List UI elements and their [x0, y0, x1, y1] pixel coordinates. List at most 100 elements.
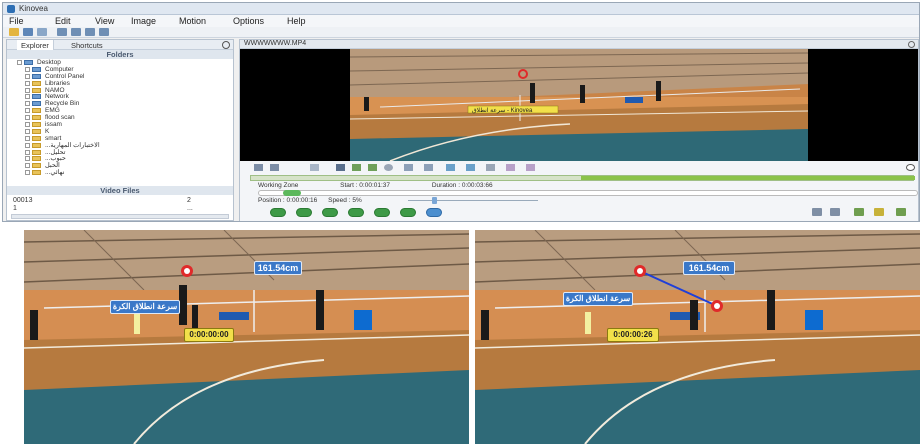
text-tool-icon[interactable] [336, 164, 345, 171]
expand-icon[interactable] [25, 87, 30, 93]
tab-shortcuts[interactable]: Shortcuts [67, 40, 107, 50]
loop-button[interactable] [426, 208, 442, 217]
network-icon [32, 94, 41, 100]
speed-caption: سرعة انطلاق الكرة [563, 292, 633, 306]
chrono-timer: 0:00:00:26 [607, 328, 659, 342]
position-slider[interactable] [258, 190, 918, 196]
speed-caption: سرعة انطلاق الكرة [110, 300, 180, 314]
grid-icon[interactable] [506, 164, 515, 171]
expand-icon[interactable] [25, 122, 30, 128]
cross-tool-icon[interactable] [424, 164, 433, 171]
magnifier-icon[interactable] [486, 164, 495, 171]
open-folder-icon[interactable] [9, 28, 19, 36]
video-file-row[interactable]: 1 [13, 205, 17, 212]
close-icon[interactable] [908, 41, 915, 48]
folder-icon [32, 170, 41, 176]
folder-icon [32, 108, 41, 114]
previous-frame-button[interactable] [270, 208, 286, 217]
menu-file[interactable]: File [9, 16, 24, 26]
menu-help[interactable]: Help [287, 16, 306, 26]
expand-icon[interactable] [25, 135, 30, 141]
record-icon[interactable] [254, 164, 263, 171]
tab-explorer[interactable]: Explorer [17, 40, 54, 50]
distance-label: 161.54cm [254, 261, 302, 275]
save-icon[interactable] [23, 28, 33, 36]
browser-icon[interactable] [37, 28, 47, 36]
tree-item-label: ...نهائي [45, 169, 65, 177]
pencil-icon[interactable] [352, 164, 361, 171]
folder-icon [32, 115, 41, 121]
toolbar [3, 27, 919, 38]
window-title: Kinovea [19, 4, 48, 13]
expand-icon[interactable] [17, 60, 22, 65]
folder-icon [32, 163, 41, 169]
expand-icon[interactable] [25, 80, 30, 86]
speed-thumb[interactable] [432, 197, 437, 204]
horizontal-scrollbar[interactable] [11, 214, 229, 219]
sequence-icon[interactable] [854, 208, 864, 216]
line-tool-icon[interactable] [368, 164, 377, 171]
expand-icon[interactable] [25, 94, 30, 100]
next-frame-button[interactable] [374, 208, 390, 217]
diverge-icon[interactable] [896, 208, 906, 216]
export-icon[interactable] [812, 208, 822, 216]
expand-icon[interactable] [25, 142, 30, 148]
snapshot-icon[interactable] [270, 164, 279, 171]
expand-icon[interactable] [25, 66, 30, 72]
working-zone-label: Working Zone [258, 182, 299, 189]
menu-options[interactable]: Options [233, 16, 264, 26]
last-frame-button[interactable] [400, 208, 416, 217]
pause-button[interactable] [348, 208, 364, 217]
arrow-tool-icon[interactable] [404, 164, 413, 171]
video-file-size: 2 [187, 197, 191, 204]
angle-tool-icon[interactable] [446, 164, 455, 171]
superpose-icon[interactable] [874, 208, 884, 216]
perspective-icon[interactable] [526, 164, 535, 171]
working-zone-timeline[interactable] [250, 175, 915, 181]
expand-icon[interactable] [25, 163, 30, 169]
menu-image[interactable]: Image [131, 16, 156, 26]
overlay-caption: سرعة انطلاق - Kinovea [472, 108, 533, 114]
play-button[interactable] [322, 208, 338, 217]
explorer-tabs: Explorer Shortcuts [7, 40, 233, 50]
library-icon [32, 80, 41, 86]
video-frame[interactable]: سرعة انطلاق - Kinovea [240, 49, 918, 161]
key-image-icon[interactable] [310, 164, 319, 171]
video-file-name: 00013 [13, 197, 33, 204]
folder-icon [32, 122, 41, 128]
capture-icon[interactable] [85, 28, 95, 36]
first-frame-button[interactable] [296, 208, 312, 217]
menu-view[interactable]: View [95, 16, 114, 26]
video-file-row[interactable]: 00013 [13, 197, 32, 204]
gym-scene-frame-1 [24, 230, 469, 444]
folders-header: Folders [7, 50, 233, 59]
position-thumb[interactable] [283, 190, 301, 196]
kinovea-window: Kinovea File Edit View Image Motion Opti… [2, 2, 920, 222]
expand-icon[interactable] [25, 115, 30, 121]
menu-bar: File Edit View Image Motion Options Help [3, 15, 919, 27]
menu-edit[interactable]: Edit [55, 16, 71, 26]
camera-icon[interactable] [830, 208, 840, 216]
expand-icon[interactable] [25, 156, 30, 162]
speed-label: Speed : 5% [328, 197, 362, 204]
dual-view-icon[interactable] [71, 28, 81, 36]
circle-tool-icon[interactable] [384, 164, 393, 171]
speed-slider[interactable] [408, 200, 538, 201]
user-folder-icon [32, 87, 41, 93]
expand-icon[interactable] [25, 149, 30, 155]
expand-icon[interactable] [25, 108, 30, 114]
dual-capture-icon[interactable] [99, 28, 109, 36]
expand-icon[interactable] [25, 170, 30, 176]
player-screen: WWWWWWW.MP4 سرعة انطلاق - Kinovea Workin… [239, 39, 919, 221]
gear-icon[interactable] [222, 41, 230, 49]
folder-tree: Desktop Computer Control Panel Libraries NAM… [17, 59, 227, 177]
expand-icon[interactable] [25, 128, 30, 134]
chrono-tool-icon[interactable] [466, 164, 475, 171]
expand-icon[interactable] [25, 73, 30, 79]
single-view-icon[interactable] [57, 28, 67, 36]
settings-icon[interactable] [906, 164, 915, 171]
tree-item[interactable]: ...نهائي [17, 170, 227, 177]
duration-label: Duration : 0:00:03:66 [431, 182, 493, 189]
menu-motion[interactable]: Motion [179, 16, 206, 26]
expand-icon[interactable] [25, 101, 30, 107]
